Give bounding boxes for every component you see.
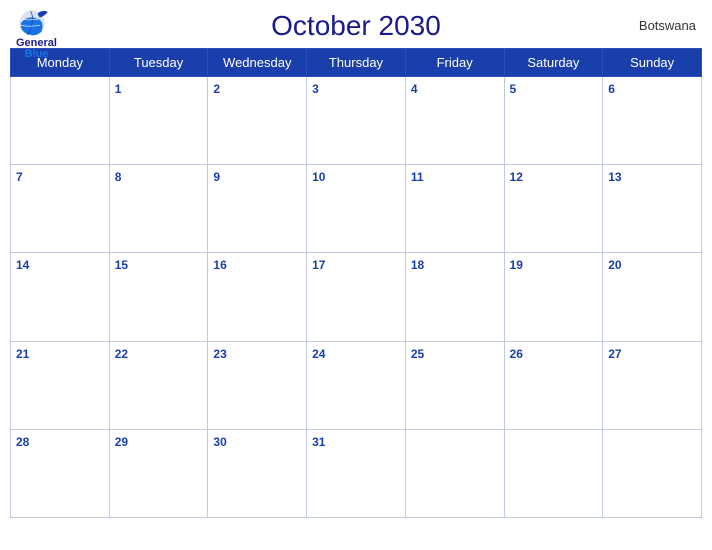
calendar-cell: 17	[307, 253, 406, 341]
day-number: 3	[312, 82, 319, 96]
day-number: 10	[312, 170, 325, 184]
calendar-cell: 25	[405, 341, 504, 429]
col-friday: Friday	[405, 49, 504, 77]
day-number: 11	[411, 170, 424, 184]
day-number: 27	[608, 347, 621, 361]
day-number: 15	[115, 258, 128, 272]
calendar-cell: 27	[603, 341, 702, 429]
logo: General Blue	[16, 8, 57, 60]
calendar-cell	[603, 429, 702, 517]
day-number: 6	[608, 82, 615, 96]
calendar-week-row: 14 15 16 17 18 19 20	[11, 253, 702, 341]
calendar-week-row: 21 22 23 24 25 26 27	[11, 341, 702, 429]
calendar-cell: 1	[109, 77, 208, 165]
calendar-cell: 5	[504, 77, 603, 165]
calendar-cell: 9	[208, 165, 307, 253]
calendar-cell	[504, 429, 603, 517]
calendar-cell: 28	[11, 429, 110, 517]
day-number: 12	[510, 170, 523, 184]
logo-icon	[16, 8, 56, 38]
logo-blue-text: Blue	[25, 49, 49, 60]
calendar-cell: 12	[504, 165, 603, 253]
day-number: 14	[16, 258, 29, 272]
calendar-cell	[405, 429, 504, 517]
calendar-cell: 19	[504, 253, 603, 341]
day-number: 31	[312, 435, 325, 449]
calendar-cell: 13	[603, 165, 702, 253]
day-number: 20	[608, 258, 621, 272]
day-number: 1	[115, 82, 122, 96]
day-number: 13	[608, 170, 621, 184]
calendar-cell: 18	[405, 253, 504, 341]
calendar-cell: 2	[208, 77, 307, 165]
day-number: 21	[16, 347, 29, 361]
calendar-cell: 11	[405, 165, 504, 253]
day-number: 23	[213, 347, 226, 361]
day-number: 29	[115, 435, 128, 449]
days-header-row: Monday Tuesday Wednesday Thursday Friday…	[11, 49, 702, 77]
col-saturday: Saturday	[504, 49, 603, 77]
calendar-week-row: 28 29 30 31	[11, 429, 702, 517]
calendar-wrapper: Monday Tuesday Wednesday Thursday Friday…	[0, 48, 712, 550]
calendar-cell: 31	[307, 429, 406, 517]
day-number: 26	[510, 347, 523, 361]
calendar-cell: 15	[109, 253, 208, 341]
day-number: 7	[16, 170, 23, 184]
calendar-header: General Blue October 2030 Botswana	[0, 0, 712, 48]
day-number: 16	[213, 258, 226, 272]
calendar-cell	[11, 77, 110, 165]
day-number: 30	[213, 435, 226, 449]
day-number: 25	[411, 347, 424, 361]
calendar-cell: 14	[11, 253, 110, 341]
calendar-cell: 7	[11, 165, 110, 253]
calendar-cell: 24	[307, 341, 406, 429]
col-sunday: Sunday	[603, 49, 702, 77]
calendar-cell: 3	[307, 77, 406, 165]
col-tuesday: Tuesday	[109, 49, 208, 77]
day-number: 9	[213, 170, 220, 184]
calendar-week-row: 1 2 3 4 5 6	[11, 77, 702, 165]
calendar-cell: 23	[208, 341, 307, 429]
day-number: 8	[115, 170, 122, 184]
day-number: 18	[411, 258, 424, 272]
country-label: Botswana	[639, 18, 696, 33]
day-number: 24	[312, 347, 325, 361]
calendar-cell: 20	[603, 253, 702, 341]
day-number: 28	[16, 435, 29, 449]
day-number: 17	[312, 258, 325, 272]
calendar-cell: 6	[603, 77, 702, 165]
col-wednesday: Wednesday	[208, 49, 307, 77]
calendar-cell: 16	[208, 253, 307, 341]
page-title: October 2030	[271, 10, 441, 42]
calendar-cell: 8	[109, 165, 208, 253]
day-number: 4	[411, 82, 418, 96]
calendar-cell: 10	[307, 165, 406, 253]
col-thursday: Thursday	[307, 49, 406, 77]
day-number: 5	[510, 82, 517, 96]
day-number: 22	[115, 347, 128, 361]
day-number: 19	[510, 258, 523, 272]
calendar-week-row: 7 8 9 10 11 12 13	[11, 165, 702, 253]
calendar-cell: 30	[208, 429, 307, 517]
calendar-cell: 29	[109, 429, 208, 517]
day-number: 2	[213, 82, 220, 96]
calendar-cell: 26	[504, 341, 603, 429]
calendar-table: Monday Tuesday Wednesday Thursday Friday…	[10, 48, 702, 518]
calendar-cell: 4	[405, 77, 504, 165]
calendar-cell: 22	[109, 341, 208, 429]
calendar-cell: 21	[11, 341, 110, 429]
